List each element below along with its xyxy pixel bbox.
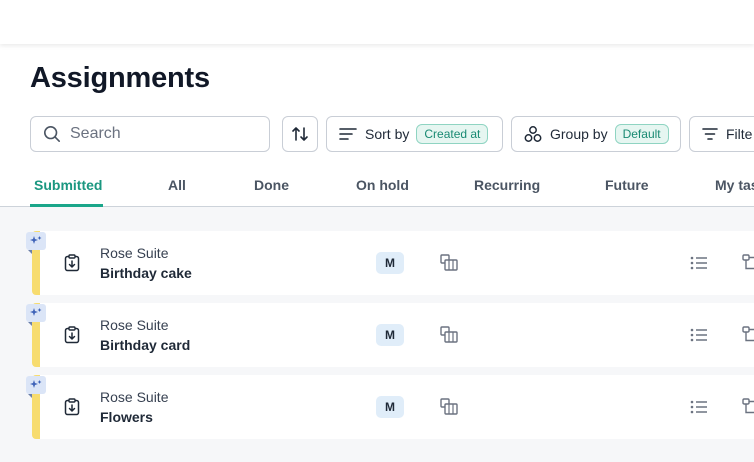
tab-on-hold[interactable]: On hold: [356, 177, 409, 193]
clipboard-download-icon: [64, 254, 80, 272]
search-icon: [43, 125, 61, 143]
clipboard-download-icon: [64, 326, 80, 344]
workflow-icon[interactable]: [742, 254, 754, 272]
category-icon[interactable]: [440, 398, 458, 415]
checklist-icon[interactable]: [690, 399, 708, 415]
checklist-icon[interactable]: [690, 327, 708, 343]
top-bar: [0, 0, 754, 44]
sort-direction-button[interactable]: [282, 116, 318, 152]
filter-icon: [702, 128, 718, 140]
filter-button[interactable]: Filte: [689, 116, 754, 152]
group-by-button[interactable]: Group by Default: [511, 116, 681, 152]
workflow-icon[interactable]: [742, 326, 754, 344]
workflow-icon[interactable]: [742, 398, 754, 416]
sparkle-icon: [30, 236, 42, 244]
tab-done[interactable]: Done: [254, 177, 289, 193]
task-location: Rose Suite: [100, 317, 169, 333]
search-input[interactable]: [70, 125, 250, 143]
tab-recurring[interactable]: Recurring: [474, 177, 540, 193]
task-card[interactable]: Rose Suite Birthday card M: [32, 303, 754, 367]
task-name: Flowers: [100, 409, 153, 425]
tab-bar: Submitted All Done On hold Recurring Fut…: [0, 166, 754, 207]
filter-label: Filte: [726, 126, 753, 142]
sparkle-icon: [30, 380, 42, 388]
sparkle-icon: [30, 308, 42, 316]
task-card[interactable]: Rose Suite Flowers M: [32, 375, 754, 439]
task-card[interactable]: Rose Suite Birthday cake M: [32, 231, 754, 295]
sparkle-badge: [26, 376, 46, 398]
task-name: Birthday cake: [100, 265, 192, 281]
active-tab-indicator: [30, 204, 103, 207]
task-location: Rose Suite: [100, 245, 169, 261]
size-badge: M: [376, 252, 404, 274]
search-box[interactable]: [30, 116, 270, 152]
category-icon[interactable]: [440, 254, 458, 271]
group-value-pill: Default: [614, 124, 669, 144]
tab-future[interactable]: Future: [605, 177, 649, 193]
task-name: Birthday card: [100, 337, 191, 353]
tab-my-tasks[interactable]: My tas: [715, 177, 754, 193]
sort-lines-icon: [339, 128, 357, 140]
group-circles-icon: [524, 126, 542, 142]
clipboard-download-icon: [64, 398, 80, 416]
group-by-label: Group by: [550, 126, 608, 142]
size-badge: M: [376, 396, 404, 418]
sort-by-button[interactable]: Sort by Created at: [326, 116, 503, 152]
category-icon[interactable]: [440, 326, 458, 343]
sparkle-badge: [26, 232, 46, 254]
tab-all[interactable]: All: [168, 177, 186, 193]
task-location: Rose Suite: [100, 389, 169, 405]
sort-by-label: Sort by: [365, 126, 410, 142]
sparkle-badge: [26, 304, 46, 326]
size-badge: M: [376, 324, 404, 346]
sort-arrows-icon: [292, 127, 308, 141]
page-title: Assignments: [30, 62, 210, 94]
tab-submitted[interactable]: Submitted: [34, 177, 102, 193]
sort-value-pill: Created at: [416, 124, 489, 144]
checklist-icon[interactable]: [690, 255, 708, 271]
